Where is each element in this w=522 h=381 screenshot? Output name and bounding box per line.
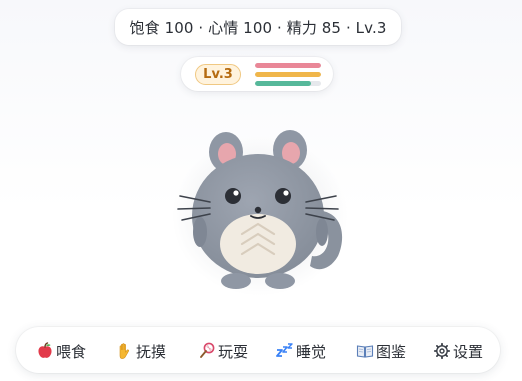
play-button-label: 玩耍	[218, 342, 249, 361]
mood-bar	[255, 72, 321, 77]
mood-bar-fill	[255, 72, 321, 77]
pet-arm-right	[316, 218, 328, 246]
pet-arm-left	[193, 217, 207, 247]
apple-icon	[36, 342, 54, 360]
energy-bar	[255, 81, 321, 86]
gear-icon	[433, 342, 451, 360]
zzz-icon	[276, 342, 294, 360]
book-icon	[356, 342, 374, 360]
food-bar-fill	[255, 63, 321, 68]
pet-foot-left	[221, 273, 251, 289]
level-card: Lv.3	[181, 57, 333, 91]
badminton-icon	[198, 342, 216, 360]
collection-button-label: 图鉴	[376, 342, 407, 361]
level-badge: Lv.3	[195, 64, 241, 85]
collection-button[interactable]: 图鉴	[356, 340, 406, 362]
pet-eye-left	[225, 188, 241, 204]
settings-button-label: 设置	[453, 342, 484, 361]
pet-button-label: 抚摸	[136, 342, 167, 361]
feed-button-label: 喂食	[56, 342, 87, 361]
play-button[interactable]: 玩耍	[198, 340, 248, 362]
action-bar: 喂食 抚摸 玩耍 睡觉 图鉴 设置	[16, 327, 500, 373]
sleep-button-label: 睡觉	[296, 342, 327, 361]
status-summary-text: 饱食 100 · 心情 100 · 精力 85 · Lv.3	[129, 18, 387, 37]
pet-illustration[interactable]	[170, 120, 360, 300]
pet-foot-right	[265, 273, 295, 289]
pet-eye-right	[275, 188, 291, 204]
sleep-button[interactable]: 睡觉	[276, 340, 326, 362]
pet-nose	[254, 206, 262, 214]
hand-icon	[116, 342, 134, 360]
energy-bar-fill	[255, 81, 312, 86]
pet-button[interactable]: 抚摸	[116, 340, 166, 362]
settings-button[interactable]: 设置	[433, 340, 483, 362]
pet[interactable]	[170, 120, 360, 300]
status-summary: 饱食 100 · 心情 100 · 精力 85 · Lv.3	[115, 9, 401, 45]
feed-button[interactable]: 喂食	[36, 340, 86, 362]
food-bar	[255, 63, 321, 68]
